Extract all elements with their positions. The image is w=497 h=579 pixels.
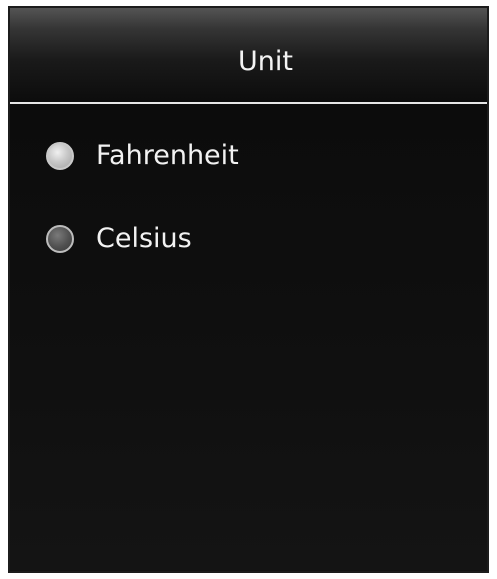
unit-option-label: Celsius [96, 223, 192, 254]
radio-unselected-icon[interactable] [46, 225, 74, 253]
unit-settings-screen: Unit Fahrenheit Celsius [8, 6, 489, 573]
unit-option-label: Fahrenheit [96, 140, 239, 171]
radio-selected-icon[interactable] [46, 142, 74, 170]
header-bar: Unit [10, 8, 487, 102]
unit-option-celsius[interactable]: Celsius [46, 219, 192, 259]
unit-option-fahrenheit[interactable]: Fahrenheit [46, 136, 239, 176]
page-title: Unit [238, 46, 293, 77]
